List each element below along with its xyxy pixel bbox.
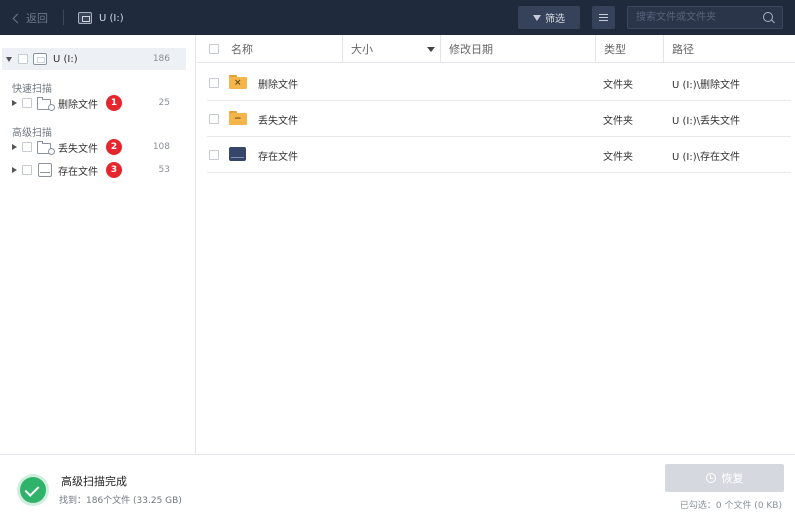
lost-checkbox[interactable] — [22, 142, 32, 152]
deleted-label: 删除文件 — [58, 99, 98, 111]
drive-icon — [38, 163, 52, 177]
row-name: 丢失文件 — [258, 116, 298, 127]
divider — [63, 10, 64, 25]
filter-icon — [533, 14, 541, 21]
quick-scan-label: 快速扫描 — [12, 84, 52, 95]
column-type-label: 类型 — [604, 43, 626, 56]
step-badge: 2 — [106, 139, 122, 155]
search-box — [627, 6, 783, 29]
sidebar-item-root-drive[interactable]: U (I:) 186 — [2, 48, 186, 70]
drive-title: U (I:) — [78, 9, 124, 27]
step-badge: 1 — [106, 95, 122, 111]
row-checkbox[interactable] — [209, 78, 219, 88]
success-check-icon — [17, 474, 49, 506]
back-label: 返回 — [26, 12, 48, 25]
lost-folder-icon — [37, 140, 55, 155]
column-header-name[interactable]: 名称 — [222, 35, 342, 63]
column-header-type[interactable]: 类型 — [595, 35, 663, 63]
search-input[interactable] — [628, 7, 758, 28]
row-type: 文件夹 — [603, 80, 633, 91]
sidebar: U (I:) 186 快速扫描 删除文件 1 25 高级扫描 丢失文件 2 10… — [0, 35, 196, 454]
column-size-label: 大小 — [351, 43, 373, 56]
recover-label: 恢复 — [721, 472, 744, 485]
deleted-folder-icon — [37, 96, 55, 111]
table-row[interactable]: × 删除文件 文件夹 U (I:)\删除文件 — [207, 65, 791, 101]
caret-right-icon[interactable] — [12, 144, 17, 150]
existing-count: 53 — [158, 165, 170, 175]
table-row[interactable]: 存在文件 文件夹 U (I:)\存在文件 — [207, 137, 791, 173]
chevron-left-icon — [12, 13, 23, 24]
existing-drive-icon — [229, 147, 246, 161]
column-date-label: 修改日期 — [449, 43, 493, 56]
root-label: U (I:) — [53, 53, 78, 65]
lost-folder-icon: − — [229, 111, 247, 125]
recover-icon — [705, 473, 716, 483]
caret-right-icon[interactable] — [12, 167, 17, 173]
deleted-count: 25 — [158, 98, 170, 108]
row-path: U (I:)\删除文件 — [672, 80, 740, 91]
file-table: 名称 大小 修改日期 类型 路径 × 删除文件 文件夹 U (I:)\删除文件 … — [197, 35, 795, 454]
usb-drive-icon — [33, 53, 47, 65]
row-type: 文件夹 — [603, 152, 633, 163]
list-icon — [599, 14, 608, 15]
top-bar: 返回 U (I:) 筛选 — [0, 0, 795, 35]
sidebar-item-existing[interactable]: 存在文件 3 53 — [0, 161, 186, 179]
selected-count: 已勾选：0 个文件 (0 KB) — [679, 501, 782, 511]
deleted-checkbox[interactable] — [22, 98, 32, 108]
column-header-path[interactable]: 路径 — [663, 35, 793, 63]
row-checkbox[interactable] — [209, 150, 219, 160]
sort-desc-icon[interactable] — [427, 47, 435, 52]
row-name: 删除文件 — [258, 80, 298, 91]
lost-label: 丢失文件 — [58, 143, 98, 155]
recover-button[interactable]: 恢复 — [665, 464, 784, 492]
sidebar-item-deleted[interactable]: 删除文件 1 25 — [0, 94, 186, 112]
caret-down-icon[interactable] — [6, 56, 12, 62]
existing-label: 存在文件 — [58, 166, 98, 178]
deleted-folder-icon: × — [229, 75, 247, 89]
scan-status-title: 高级扫描完成 — [61, 475, 127, 488]
existing-checkbox[interactable] — [22, 165, 32, 175]
row-path: U (I:)\丢失文件 — [672, 116, 740, 127]
search-icon[interactable] — [763, 12, 773, 22]
step-badge: 3 — [106, 162, 122, 178]
root-checkbox[interactable] — [18, 54, 28, 64]
table-header: 名称 大小 修改日期 类型 路径 — [197, 35, 795, 63]
column-path-label: 路径 — [672, 43, 694, 56]
row-name: 存在文件 — [258, 152, 298, 163]
row-path: U (I:)\存在文件 — [672, 152, 740, 163]
drive-title-label: U (I:) — [99, 12, 124, 24]
filter-label: 筛选 — [545, 14, 565, 25]
caret-right-icon[interactable] — [12, 100, 17, 106]
column-header-size[interactable]: 大小 — [342, 35, 440, 63]
advanced-scan-label: 高级扫描 — [12, 128, 52, 139]
column-name-label: 名称 — [231, 43, 253, 56]
list-view-button[interactable] — [592, 6, 615, 29]
sidebar-item-lost[interactable]: 丢失文件 2 108 — [0, 138, 186, 156]
filter-button[interactable]: 筛选 — [518, 6, 580, 29]
row-type: 文件夹 — [603, 116, 633, 127]
back-button[interactable]: 返回 — [12, 9, 48, 27]
row-checkbox[interactable] — [209, 114, 219, 124]
drive-icon — [78, 12, 92, 24]
status-footer: 高级扫描完成 找到：186个文件 (33.25 GB) 恢复 已勾选：0 个文件… — [0, 454, 795, 515]
scan-status-detail: 找到：186个文件 (33.25 GB) — [59, 496, 182, 506]
root-count: 186 — [152, 54, 170, 64]
select-all-checkbox[interactable] — [209, 44, 219, 54]
table-row[interactable]: − 丢失文件 文件夹 U (I:)\丢失文件 — [207, 101, 791, 137]
lost-count: 108 — [152, 142, 170, 152]
column-header-date[interactable]: 修改日期 — [440, 35, 595, 63]
